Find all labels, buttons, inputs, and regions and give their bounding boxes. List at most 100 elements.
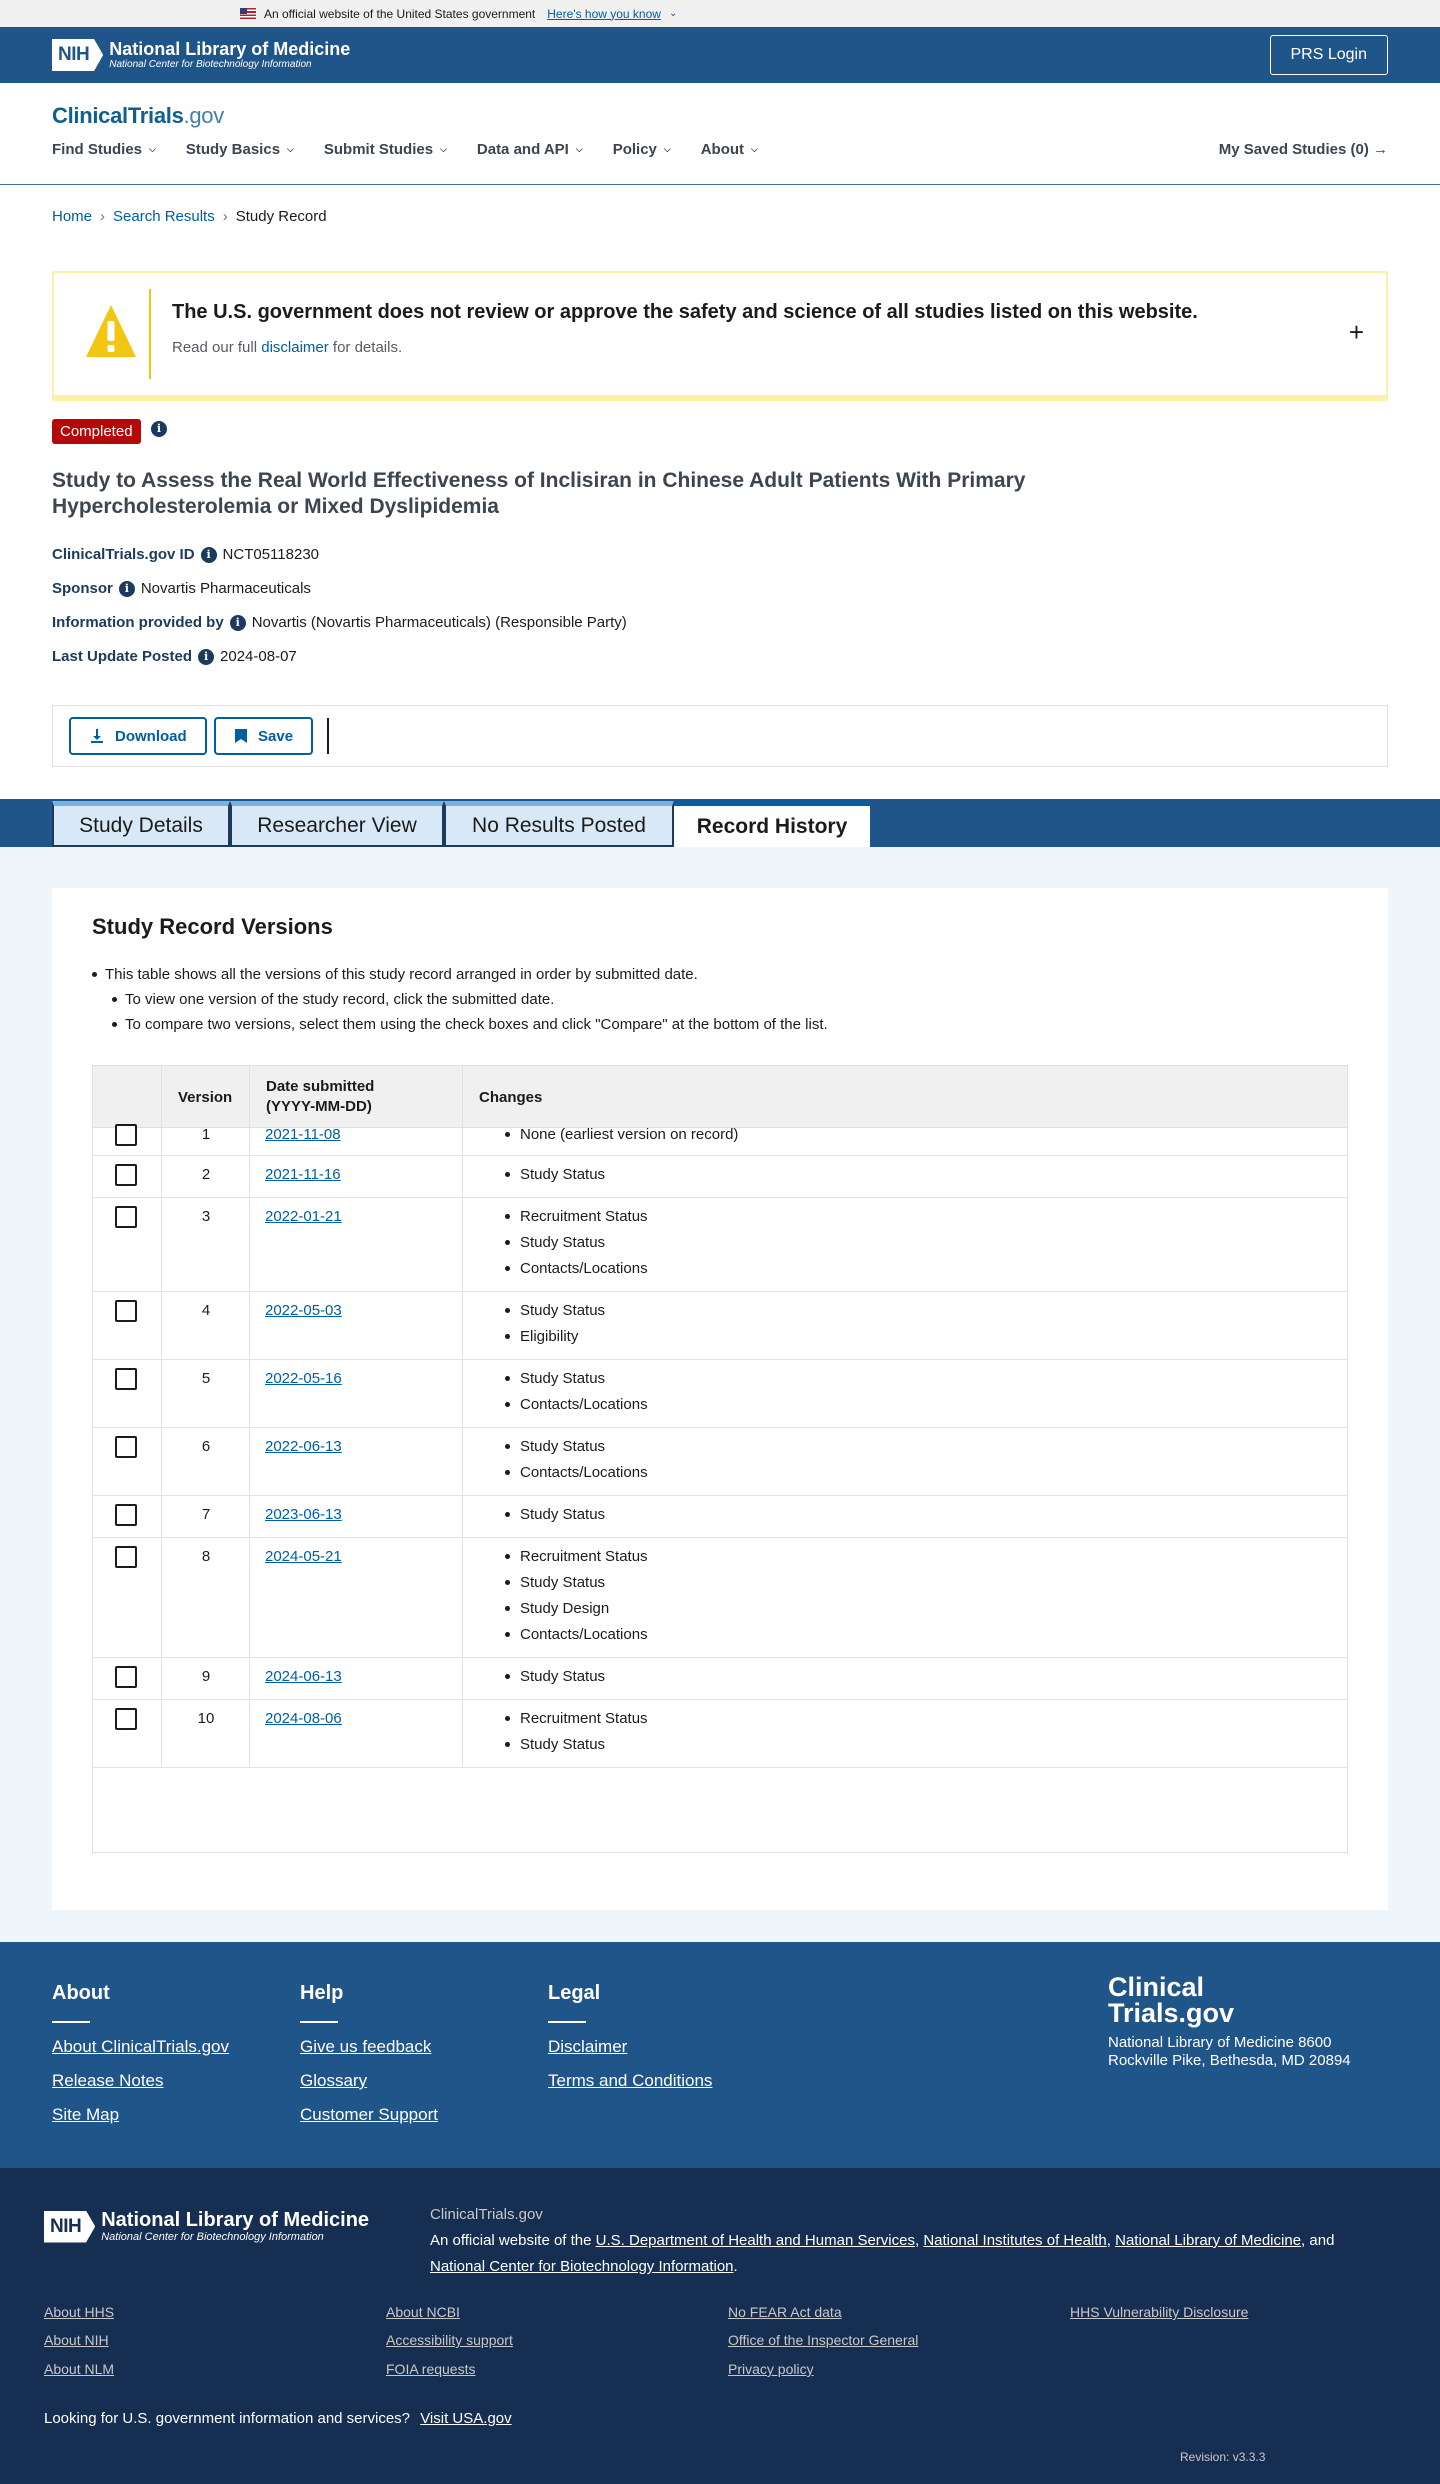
change-item: None (earliest version on record) — [505, 1121, 738, 1147]
footer2-link[interactable]: HHS Vulnerability Disclosure — [1070, 2304, 1248, 2320]
tab-study-details[interactable]: Study Details — [52, 801, 230, 847]
version-checkbox[interactable] — [115, 1708, 137, 1730]
version-date-link[interactable]: 2022-05-03 — [265, 1302, 342, 1319]
version-checkbox[interactable] — [115, 1124, 137, 1146]
footer2-link[interactable]: About HHS — [44, 2304, 114, 2320]
table-header: Version Date submitted (YYYY-MM-DD) Chan… — [93, 1066, 1347, 1128]
nct-id-value: NCT05118230 — [222, 546, 319, 563]
changes-list: Study Status — [505, 1161, 605, 1187]
change-item: Study Status — [505, 1433, 648, 1459]
usa-gov-link[interactable]: Visit USA.gov — [420, 2410, 511, 2427]
nlm-logo[interactable]: NIH National Library of Medicine Nationa… — [52, 39, 350, 71]
chevron-down-icon: ⌵ — [663, 144, 671, 154]
version-number: 3 — [201, 1208, 211, 1225]
footer2-link[interactable]: About NIH — [44, 2332, 109, 2348]
nlm-footer-logo[interactable]: NIH National Library of Medicine Nationa… — [44, 2210, 369, 2243]
last-update-value: 2024-08-07 — [220, 648, 297, 665]
ncbi-link[interactable]: National Center for Biotechnology Inform… — [430, 2258, 734, 2275]
changes-list: Study Status — [505, 1501, 605, 1527]
version-checkbox[interactable] — [115, 1164, 137, 1186]
version-date-link[interactable]: 2022-06-13 — [265, 1438, 342, 1455]
footer-heading: About — [52, 1982, 110, 2004]
footer-link[interactable]: Terms and Conditions — [548, 2071, 712, 2091]
nlm-link[interactable]: National Library of Medicine — [1115, 2232, 1301, 2249]
version-number: 8 — [201, 1548, 211, 1565]
chevron-down-icon[interactable]: ⌄ — [669, 8, 677, 19]
version-number: 5 — [201, 1370, 211, 1387]
tab-researcher-view[interactable]: Researcher View — [230, 801, 444, 847]
footer-link[interactable]: About ClinicalTrials.gov — [52, 2037, 229, 2057]
footer-link[interactable]: Site Map — [52, 2105, 229, 2125]
footer2-link[interactable]: About NCBI — [386, 2304, 460, 2320]
meta-provided-by: Information provided by i Novartis (Nova… — [52, 614, 627, 631]
nih-link[interactable]: National Institutes of Health — [923, 2232, 1106, 2249]
download-button[interactable]: Download — [69, 717, 207, 755]
nlm-title: National Library of Medicine — [109, 38, 351, 59]
disclaimer-link[interactable]: disclaimer — [261, 339, 329, 356]
nav-label: Find Studies — [52, 141, 142, 158]
footer-link[interactable]: Give us feedback — [300, 2037, 438, 2057]
info-icon[interactable]: i — [229, 614, 246, 631]
table-row: 4 2022-05-03 Study Status Eligibility — [93, 1292, 1347, 1360]
save-button[interactable]: Save — [214, 717, 314, 755]
tab-no-results-posted[interactable]: No Results Posted — [444, 801, 674, 847]
version-date-link[interactable]: 2024-05-21 — [265, 1548, 342, 1565]
nav-policy[interactable]: Policy ⌵ — [613, 141, 671, 158]
info-icon[interactable]: i — [118, 580, 135, 597]
header-date-line2: (YYYY-MM-DD) — [266, 1098, 372, 1115]
gov-banner: An official website of the United States… — [0, 0, 1440, 27]
footer2-link[interactable]: No FEAR Act data — [728, 2304, 842, 2320]
my-saved-studies-link[interactable]: My Saved Studies (0) → — [1219, 141, 1388, 158]
prs-login-button[interactable]: PRS Login — [1269, 35, 1388, 75]
version-number: 9 — [201, 1668, 211, 1685]
chevron-down-icon: ⌵ — [287, 144, 294, 154]
version-date-link[interactable]: 2021-11-16 — [265, 1166, 341, 1183]
nav-submit-studies[interactable]: Submit Studies ⌵ — [324, 141, 447, 158]
change-text: Study Status — [520, 1505, 606, 1523]
breadcrumb-home[interactable]: Home — [52, 208, 92, 225]
info-icon[interactable]: i — [198, 648, 215, 665]
version-date-link[interactable]: 2023-06-13 — [265, 1506, 342, 1523]
tab-record-history[interactable]: Record History — [674, 801, 870, 847]
nav-study-basics[interactable]: Study Basics ⌵ — [186, 141, 294, 158]
footer2-link[interactable]: Privacy policy — [728, 2361, 814, 2377]
info-icon[interactable]: i — [151, 421, 167, 437]
change-item: Study Status — [505, 1731, 648, 1757]
footer-link[interactable]: Disclaimer — [548, 2037, 712, 2057]
clinicaltrials-logo[interactable]: ClinicalTrials.gov — [52, 103, 224, 129]
info-icon[interactable]: i — [200, 546, 217, 563]
nav-find-studies[interactable]: Find Studies ⌵ — [52, 141, 156, 158]
official-website-info: ClinicalTrials.gov An official website o… — [430, 2202, 1390, 2280]
version-checkbox[interactable] — [115, 1504, 137, 1526]
footer2-link[interactable]: FOIA requests — [386, 2361, 475, 2377]
footer-link[interactable]: Customer Support — [300, 2105, 438, 2125]
version-checkbox[interactable] — [115, 1546, 137, 1568]
change-text: Contacts/Locations — [520, 1463, 648, 1481]
breadcrumb-search-results[interactable]: Search Results — [113, 208, 215, 225]
footer-heading: Help — [300, 1982, 344, 2004]
nav-data-and-api[interactable]: Data and API ⌵ — [477, 141, 583, 158]
version-date-link[interactable]: 2022-01-21 — [265, 1208, 342, 1225]
change-item: Recruitment Status — [505, 1203, 648, 1229]
footer-ct-logo[interactable]: Clinical Trials.gov — [1108, 1974, 1358, 2027]
version-checkbox[interactable] — [115, 1436, 137, 1458]
footer-link[interactable]: Glossary — [300, 2071, 438, 2091]
version-date-link[interactable]: 2024-08-06 — [265, 1710, 342, 1727]
nav-about[interactable]: About ⌵ — [701, 141, 758, 158]
version-checkbox[interactable] — [115, 1666, 137, 1688]
hhs-link[interactable]: U.S. Department of Health and Human Serv… — [596, 2232, 915, 2249]
version-date-link[interactable]: 2022-05-16 — [265, 1370, 342, 1387]
meta-nct-id: ClinicalTrials.gov ID i NCT05118230 — [52, 546, 319, 563]
version-checkbox[interactable] — [115, 1368, 137, 1390]
footer2-link[interactable]: About NLM — [44, 2361, 114, 2377]
footer2-link[interactable]: Accessibility support — [386, 2332, 513, 2348]
version-checkbox[interactable] — [115, 1206, 137, 1228]
version-date-link[interactable]: 2024-06-13 — [265, 1668, 342, 1685]
version-date-link[interactable]: 2021-11-08 — [265, 1126, 341, 1143]
version-checkbox[interactable] — [115, 1300, 137, 1322]
footer2-link[interactable]: Office of the Inspector General — [728, 2332, 918, 2348]
expand-plus-icon[interactable]: + — [1349, 317, 1364, 348]
heres-how-you-know-link[interactable]: Here's how you know — [547, 7, 661, 21]
meta-last-update: Last Update Posted i 2024-08-07 — [52, 648, 297, 665]
footer-link[interactable]: Release Notes — [52, 2071, 229, 2091]
